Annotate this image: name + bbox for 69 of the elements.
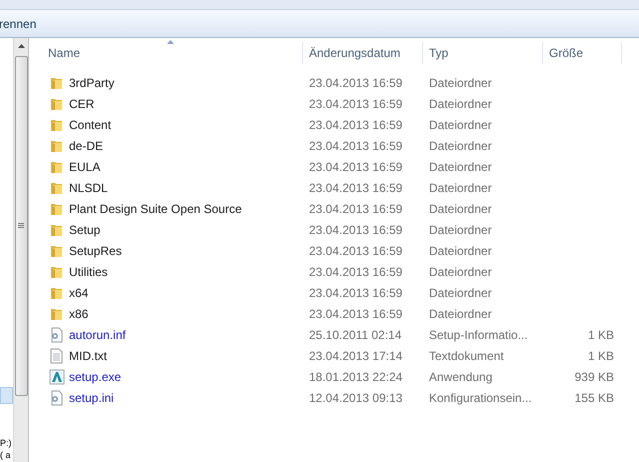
sort-arrow-icon bbox=[166, 40, 174, 44]
nav-item[interactable]: ( a bbox=[0, 448, 13, 461]
file-name[interactable]: EULA bbox=[69, 158, 100, 176]
app-icon bbox=[49, 368, 65, 384]
date-cell: 23.04.2013 16:59 bbox=[309, 118, 402, 132]
date-cell: 25.10.2011 02:14 bbox=[309, 328, 402, 342]
file-name[interactable]: Setup bbox=[69, 220, 100, 238]
file-name[interactable]: SetupRes bbox=[69, 242, 122, 260]
column-header[interactable]: Änderungsdatum bbox=[303, 42, 423, 64]
date-cell: 23.04.2013 16:59 bbox=[309, 138, 402, 152]
file-name[interactable]: 3rdParty bbox=[69, 74, 114, 92]
size-cell-text: 155 KB bbox=[574, 390, 614, 406]
date-cell: 23.04.2013 16:59 bbox=[309, 160, 402, 174]
file-name[interactable]: Utilities bbox=[69, 262, 108, 280]
type-cell: Textdokument bbox=[429, 348, 504, 362]
file-name[interactable]: NLSDL bbox=[69, 178, 108, 196]
type-cell: Dateiordner bbox=[429, 244, 492, 258]
gear-file-icon bbox=[49, 390, 65, 406]
type-cell: Dateiordner bbox=[429, 202, 492, 216]
type-cell: Dateiordner bbox=[429, 160, 492, 174]
toolbar-button-label[interactable]: rennen bbox=[0, 14, 36, 32]
file-name[interactable]: Plant Design Suite Open Source bbox=[69, 200, 242, 218]
text-file-icon bbox=[49, 348, 65, 364]
type-cell: Anwendung bbox=[429, 370, 492, 384]
type-cell: Dateiordner bbox=[429, 286, 492, 300]
date-cell: 23.04.2013 16:59 bbox=[309, 244, 402, 258]
file-name[interactable]: Content bbox=[69, 116, 112, 134]
file-name[interactable]: x86 bbox=[69, 304, 88, 322]
date-cell: 23.04.2013 17:14 bbox=[309, 348, 402, 362]
date-cell: 18.01.2013 22:24 bbox=[309, 370, 402, 384]
type-cell: Dateiordner bbox=[429, 306, 492, 320]
file-name[interactable]: MID.txt bbox=[69, 346, 107, 364]
date-cell: 23.04.2013 16:59 bbox=[309, 76, 402, 90]
gear-file-icon bbox=[49, 326, 65, 342]
size-cell-text: 1 KB bbox=[588, 326, 614, 344]
file-name[interactable]: setup.ini bbox=[69, 388, 114, 406]
nav-item-highlight[interactable] bbox=[0, 387, 13, 404]
type-cell: Dateiordner bbox=[429, 96, 492, 110]
date-cell: 23.04.2013 16:59 bbox=[309, 222, 402, 236]
date-cell: 23.04.2013 16:59 bbox=[309, 202, 402, 216]
size-cell-text: 1 KB bbox=[588, 348, 614, 364]
file-name[interactable]: autorun.inf bbox=[69, 326, 126, 344]
scrollbar-thumb[interactable] bbox=[14, 56, 28, 396]
type-cell: Dateiordner bbox=[429, 222, 492, 236]
nav-item[interactable]: P:) bbox=[0, 436, 13, 449]
file-name[interactable]: CER bbox=[69, 94, 94, 112]
type-cell: Setup-Informatio... bbox=[429, 328, 528, 342]
column-header[interactable]: Typ bbox=[423, 42, 543, 64]
type-cell: Dateiordner bbox=[429, 76, 492, 90]
file-name[interactable]: x64 bbox=[69, 284, 88, 302]
type-cell: Dateiordner bbox=[429, 264, 492, 278]
type-cell: Dateiordner bbox=[429, 180, 492, 194]
type-cell: Konfigurationsein... bbox=[429, 390, 532, 404]
type-cell: Dateiordner bbox=[429, 138, 492, 152]
grip-icon bbox=[18, 223, 24, 229]
column-header[interactable]: Größe bbox=[543, 42, 622, 64]
date-cell: 12.04.2013 09:13 bbox=[309, 390, 402, 404]
date-cell: 23.04.2013 16:59 bbox=[309, 286, 402, 300]
date-cell: 23.04.2013 16:59 bbox=[309, 96, 402, 110]
date-cell: 23.04.2013 16:59 bbox=[309, 264, 402, 278]
scrollbar[interactable] bbox=[13, 38, 28, 462]
date-cell: 23.04.2013 16:59 bbox=[309, 180, 402, 194]
scroll-up-icon[interactable] bbox=[18, 44, 24, 48]
date-cell: 23.04.2013 16:59 bbox=[309, 306, 402, 320]
type-cell: Dateiordner bbox=[429, 118, 492, 132]
file-name[interactable]: setup.exe bbox=[69, 368, 122, 386]
column-header[interactable]: Name bbox=[30, 42, 303, 64]
file-name[interactable]: de-DE bbox=[69, 136, 104, 154]
size-cell-text: 939 KB bbox=[574, 368, 614, 386]
